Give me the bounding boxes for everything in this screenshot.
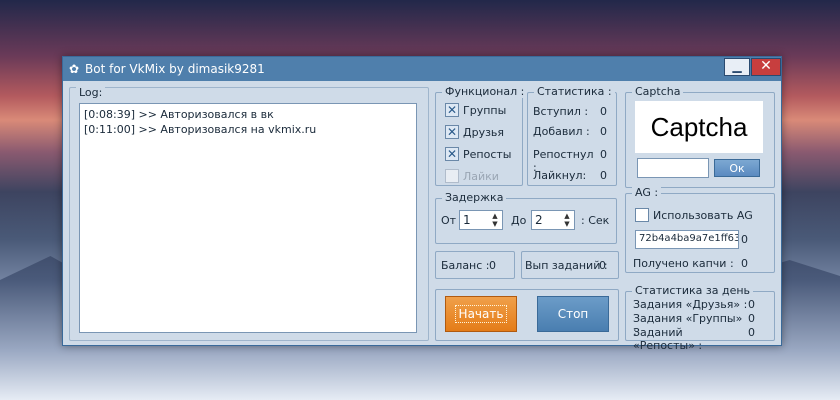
log-title: Log:	[76, 86, 106, 99]
checkbox-label: Использовать AG	[653, 208, 753, 222]
log-textbox[interactable]: [0:08:39] >> Авторизовался в вк [0:11:00…	[79, 103, 417, 333]
stat-liked: Лайкнул: 0	[533, 169, 607, 182]
minimize-button[interactable]: ▁	[724, 58, 750, 76]
checkbox-use-ag[interactable]: Использовать AG	[635, 208, 753, 222]
checkbox-unchecked-icon	[635, 208, 649, 222]
delay-title: Задержка	[442, 191, 507, 204]
close-button[interactable]: ✕	[751, 58, 781, 76]
app-window: ✿ Bot for VkMix by dimasik9281 ▁ ✕ Log: …	[62, 56, 782, 352]
close-icon: ✕	[760, 58, 772, 74]
delay-from-label: От	[441, 214, 457, 227]
functional-title: Функционал :	[442, 85, 528, 98]
title-bar: ✿ Bot for VkMix by dimasik9281 ▁ ✕	[63, 57, 781, 81]
checkbox-label: Группы	[463, 103, 507, 117]
checkbox-reposts[interactable]: ✕ Репосты	[445, 147, 511, 161]
daily-friends-row: Задания «Друзья» :0	[633, 298, 755, 311]
delay-to-spinner[interactable]: 2 ▲ ▼	[531, 210, 575, 230]
log-line: [0:08:39] >> Авторизовался в вк	[84, 108, 274, 121]
checkbox-groups[interactable]: ✕ Группы	[445, 103, 506, 117]
ag-title: AG :	[632, 186, 662, 199]
tasks-value: 0	[599, 259, 606, 272]
ag-key-input[interactable]: 72b4a4ba9a7e1ff63	[635, 230, 739, 249]
checkbox-label: Друзья	[463, 125, 505, 139]
window-title: Bot for VkMix by dimasik9281	[85, 62, 265, 76]
stop-button[interactable]: Стоп	[537, 296, 609, 332]
gear-icon: ✿	[68, 62, 80, 76]
stat-joined: Вступил :0	[533, 105, 607, 118]
checkbox-unchecked-icon	[445, 169, 459, 183]
spinner-arrows-icon[interactable]: ▲ ▼	[561, 212, 573, 228]
checkbox-friends[interactable]: ✕ Друзья	[445, 125, 504, 139]
checkbox-checked-icon: ✕	[445, 103, 459, 117]
delay-from-spinner[interactable]: 1 ▲ ▼	[459, 210, 503, 230]
ag-key-suffix: 0	[741, 233, 748, 246]
delay-to-label: До	[511, 214, 527, 227]
checkbox-likes: Лайки	[445, 169, 499, 183]
stat-added: Добавил :0	[533, 125, 607, 138]
captcha-ok-button[interactable]: Ок	[714, 159, 760, 177]
ag-received-label: Получено капчи :	[633, 257, 734, 270]
captcha-image: Captcha	[635, 101, 763, 153]
log-line: [0:11:00] >> Авторизовался на vkmix.ru	[84, 123, 317, 136]
captcha-input[interactable]	[637, 158, 709, 178]
daily-reposts-row: Заданий «Репосты» :0	[633, 326, 755, 352]
balance-value: 0	[489, 259, 496, 272]
tasks-label: Вып заданий :	[525, 259, 608, 272]
ag-received-value: 0	[741, 257, 748, 270]
checkbox-label: Репосты	[463, 147, 512, 161]
start-button[interactable]: Начать	[445, 296, 517, 332]
minimize-icon: ▁	[732, 59, 742, 73]
balance-label: Баланс :	[441, 259, 490, 272]
spinner-arrows-icon[interactable]: ▲ ▼	[489, 212, 501, 228]
stats-title: Статистика :	[534, 85, 615, 98]
checkbox-label: Лайки	[463, 169, 499, 183]
checkbox-checked-icon: ✕	[445, 125, 459, 139]
delay-unit-label: : Сек	[581, 214, 610, 227]
checkbox-checked-icon: ✕	[445, 147, 459, 161]
daily-stats-title: Статистика за день	[632, 284, 754, 297]
captcha-title: Captcha	[632, 85, 684, 98]
